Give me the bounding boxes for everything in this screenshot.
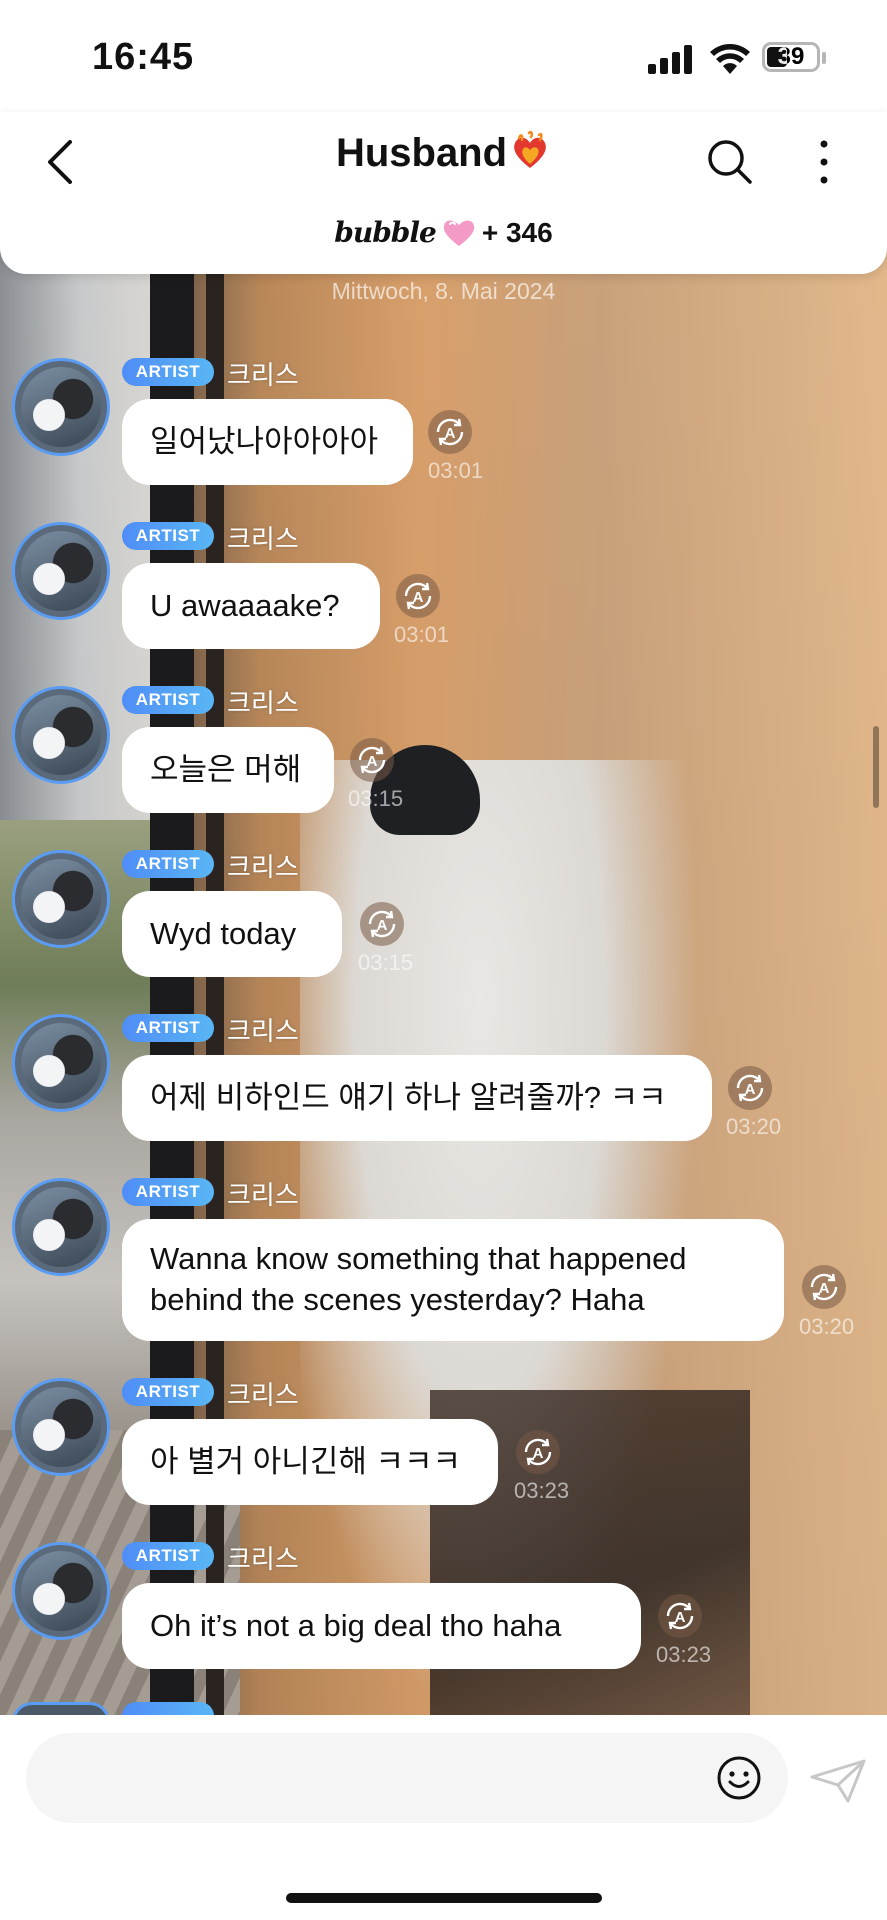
- svg-text:A: A: [819, 1280, 830, 1297]
- chat-title-text: Husband: [335, 131, 508, 175]
- auto-translate-icon[interactable]: A: [350, 738, 394, 782]
- sender-name: 크리스: [227, 360, 299, 390]
- message-time: 03:01: [394, 622, 450, 647]
- auto-translate-icon[interactable]: A: [516, 1430, 560, 1474]
- avatar[interactable]: [12, 686, 110, 784]
- message-bubble[interactable]: Oh it’s not a big deal tho haha: [122, 1583, 641, 1669]
- message-bubble[interactable]: 어제 비하인드 얘기 하나 알려줄까? ㅋㅋ: [122, 1055, 712, 1141]
- auto-translate-icon[interactable]: A: [396, 574, 440, 618]
- message-bubble[interactable]: 오늘은 머해: [122, 727, 334, 813]
- bubble-logo: bubble: [334, 216, 437, 249]
- avatar[interactable]: [12, 358, 110, 456]
- cellular-signal-icon: [648, 44, 692, 74]
- burning-heart-icon: [514, 130, 546, 168]
- avatar[interactable]: [12, 522, 110, 620]
- sender-name: 크리스: [227, 852, 299, 882]
- svg-text:A: A: [745, 1081, 756, 1098]
- battery-tip: [822, 52, 826, 64]
- message-time: 03:23: [514, 1478, 570, 1503]
- chat-header: Husband bubble + 346: [0, 112, 887, 274]
- sender-name: 크리스: [227, 1180, 299, 1210]
- avatar[interactable]: [12, 1178, 110, 1276]
- artist-badge: ARTIST: [122, 850, 214, 878]
- sender-name: 크리스: [227, 1016, 299, 1046]
- artist-badge: ARTIST: [122, 1178, 214, 1206]
- status-bar: 16:45 39: [0, 0, 887, 112]
- auto-translate-icon[interactable]: A: [728, 1066, 772, 1110]
- auto-translate-icon[interactable]: A: [428, 410, 472, 454]
- svg-text:A: A: [367, 753, 378, 770]
- status-time: 16:45: [92, 36, 195, 78]
- bubble-count: + 346: [481, 217, 553, 248]
- composer-bar: [0, 1715, 887, 1920]
- message-time: 03:23: [656, 1642, 712, 1667]
- pink-heart-icon: [443, 220, 474, 246]
- avatar[interactable]: [12, 1014, 110, 1112]
- artist-badge: ARTIST: [122, 686, 214, 714]
- svg-text:A: A: [445, 425, 456, 442]
- emoji-icon[interactable]: [716, 1755, 762, 1801]
- search-icon[interactable]: [704, 132, 756, 190]
- message-time: 03:01: [428, 458, 484, 483]
- bubble-subscription-line[interactable]: bubble + 346: [0, 216, 887, 249]
- battery-icon: 39: [762, 42, 820, 72]
- message-bubble[interactable]: U awaaaake?: [122, 563, 380, 649]
- message-time: 03:15: [358, 950, 414, 975]
- sender-name: 크리스: [227, 1380, 299, 1410]
- message-input[interactable]: [26, 1733, 788, 1823]
- home-indicator: [286, 1893, 602, 1903]
- message-time: 03:15: [348, 786, 404, 811]
- more-options-icon[interactable]: [812, 136, 836, 188]
- battery-level: 39: [777, 43, 805, 70]
- avatar[interactable]: [12, 1542, 110, 1640]
- scrollbar[interactable]: [873, 726, 879, 808]
- wifi-icon: [710, 44, 750, 74]
- message-time: 03:20: [726, 1114, 782, 1139]
- artist-badge: ARTIST: [122, 1542, 214, 1570]
- send-icon[interactable]: [808, 1757, 868, 1805]
- sender-name: 크리스: [227, 1544, 299, 1574]
- message-time: 03:20: [799, 1314, 855, 1339]
- sender-name: 크리스: [227, 524, 299, 554]
- artist-badge: ARTIST: [122, 522, 214, 550]
- message-bubble[interactable]: 일어났나아아아아: [122, 399, 413, 485]
- auto-translate-icon[interactable]: A: [360, 902, 404, 946]
- svg-text:A: A: [675, 1609, 686, 1626]
- message-bubble[interactable]: Wanna know something that happened behin…: [122, 1219, 784, 1341]
- auto-translate-icon[interactable]: A: [802, 1265, 846, 1309]
- message-bubble[interactable]: 아 별거 아니긴해 ㅋㅋㅋ: [122, 1419, 498, 1505]
- avatar[interactable]: [12, 1378, 110, 1476]
- sender-name: 크리스: [227, 688, 299, 718]
- artist-badge: ARTIST: [122, 1014, 214, 1042]
- svg-text:A: A: [377, 917, 388, 934]
- artist-badge: ARTIST: [122, 358, 214, 386]
- auto-translate-icon[interactable]: A: [658, 1594, 702, 1638]
- artist-badge: ARTIST: [122, 1378, 214, 1406]
- message-line: behind the scenes yesterday? Haha: [150, 1282, 645, 1317]
- avatar[interactable]: [12, 850, 110, 948]
- message-line: Wanna know something that happened: [150, 1241, 687, 1276]
- date-separator: Mittwoch, 8. Mai 2024: [331, 278, 556, 304]
- message-bubble[interactable]: Wyd today: [122, 891, 342, 977]
- svg-text:A: A: [413, 589, 424, 606]
- svg-text:A: A: [533, 1445, 544, 1462]
